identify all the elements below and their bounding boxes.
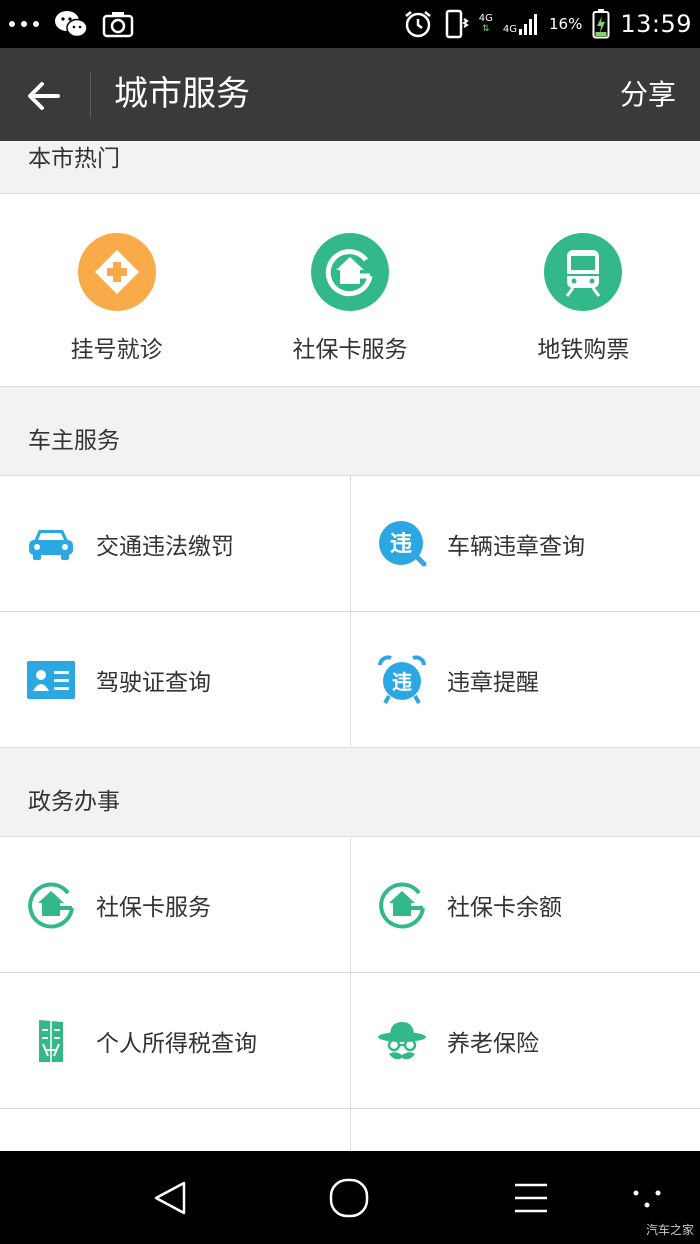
more-dots-icon xyxy=(9,21,39,27)
section-header-gov: 政务办事 xyxy=(0,748,700,836)
hot-item-label: 挂号就诊 xyxy=(70,337,163,363)
home-circle-icon xyxy=(329,1178,369,1218)
cell-label: 养老保险 xyxy=(447,1030,539,1057)
wechat-icon xyxy=(55,11,88,38)
network-type-top: 4G xyxy=(478,13,493,24)
section-header-car: 车主服务 xyxy=(0,387,700,475)
violation-glyph: 违 xyxy=(390,531,412,557)
grid-row: 驾驶证查询 违 违章提醒 xyxy=(0,612,700,748)
camera-icon xyxy=(102,12,134,38)
grid-row xyxy=(0,1109,700,1151)
nav-menu-button[interactable] xyxy=(508,1175,554,1221)
violation-search-icon: 违 xyxy=(379,520,427,566)
dots-icon xyxy=(633,1190,661,1208)
gov-item-empty xyxy=(350,1109,700,1151)
violation-glyph: 违 xyxy=(392,670,412,694)
cell-label: 社保卡余额 xyxy=(447,894,562,921)
grid-row: 交通违法缴罚 违 车辆违章查询 xyxy=(0,476,700,612)
hot-services-grid: 挂号就诊 社保卡服务 地铁购票 xyxy=(0,193,700,387)
gov-item-social-security-card[interactable]: 社保卡服务 xyxy=(0,837,350,972)
signal-indicator: 4G xyxy=(503,13,539,35)
app-bar-divider xyxy=(90,72,91,118)
triangle-back-icon xyxy=(154,1181,186,1215)
share-button[interactable]: 分享 xyxy=(620,48,676,141)
section-header-hot: 本市热门 xyxy=(0,141,700,193)
status-bar: 4G ⇅ 4G 16% 13:59 xyxy=(0,0,700,48)
gov-item-empty xyxy=(0,1109,350,1151)
social-security-home-icon xyxy=(28,882,74,929)
id-card-icon xyxy=(27,660,75,699)
page-title: 城市服务 xyxy=(114,74,250,114)
gov-item-income-tax-query[interactable]: 个人所得税查询 xyxy=(0,973,350,1108)
gov-services-grid: 社保卡服务 社保卡余额 个人所得税查询 养老保险 xyxy=(0,836,700,1151)
network-type-bottom: 4G xyxy=(502,24,517,35)
app-bar: 城市服务 分享 xyxy=(0,48,700,141)
train-icon xyxy=(544,233,623,311)
back-button[interactable] xyxy=(22,74,66,118)
cell-label: 违章提醒 xyxy=(447,669,539,696)
social-security-home-icon xyxy=(310,233,389,311)
violation-alarm-icon: 违 xyxy=(378,654,426,704)
hot-item-metro-ticket[interactable]: 地铁购票 xyxy=(467,194,700,386)
battery-charging-icon xyxy=(592,9,610,39)
nav-back-button[interactable] xyxy=(148,1175,194,1221)
system-navigation-bar: 汽车之家 xyxy=(0,1151,700,1244)
data-arrows-icon: ⇅ xyxy=(482,24,490,34)
car-item-traffic-fine-payment[interactable]: 交通违法缴罚 xyxy=(0,476,350,611)
menu-lines-icon xyxy=(515,1183,547,1213)
hot-item-hospital-registration[interactable]: 挂号就诊 xyxy=(0,194,233,386)
nav-more-button[interactable] xyxy=(624,1175,670,1221)
battery-percent: 16% xyxy=(548,15,583,33)
hot-item-social-security-card[interactable]: 社保卡服务 xyxy=(233,194,466,386)
hot-item-label: 地铁购票 xyxy=(537,337,630,363)
grid-row: 个人所得税查询 养老保险 xyxy=(0,973,700,1109)
cell-label: 驾驶证查询 xyxy=(96,669,211,696)
old-man-hat-icon xyxy=(378,1021,426,1059)
network-indicator: 4G ⇅ xyxy=(478,13,493,35)
hot-item-label: 社保卡服务 xyxy=(292,337,408,363)
car-item-violation-query[interactable]: 违 车辆违章查询 xyxy=(350,476,700,611)
cell-label: 车辆违章查询 xyxy=(447,533,585,560)
car-item-license-query[interactable]: 驾驶证查询 xyxy=(0,612,350,747)
nav-home-button[interactable] xyxy=(326,1175,372,1221)
services-list[interactable]: 本市热门 挂号就诊 社保卡服务 地铁购票 车主服务 交通违法缴罚 违 车辆违章查… xyxy=(0,141,700,1151)
back-arrow-icon xyxy=(28,82,60,110)
social-security-home-icon xyxy=(379,882,425,929)
gov-item-social-security-balance[interactable]: 社保卡余额 xyxy=(350,837,700,972)
clock: 13:59 xyxy=(620,10,692,38)
medical-cross-icon xyxy=(77,233,156,311)
cell-label: 交通违法缴罚 xyxy=(96,533,234,560)
car-icon xyxy=(29,529,73,560)
grid-row: 社保卡服务 社保卡余额 xyxy=(0,837,700,973)
watermark: 汽车之家 xyxy=(645,1223,694,1237)
cell-label: 个人所得税查询 xyxy=(96,1030,257,1057)
vibrate-phone-icon xyxy=(445,9,469,39)
tax-building-icon xyxy=(39,1019,63,1062)
car-services-grid: 交通违法缴罚 违 车辆违章查询 驾驶证查询 违 违章提醒 xyxy=(0,475,700,748)
car-item-violation-reminder[interactable]: 违 违章提醒 xyxy=(350,612,700,747)
cell-label: 社保卡服务 xyxy=(96,894,211,921)
alarm-icon xyxy=(404,11,431,38)
gov-item-pension-insurance[interactable]: 养老保险 xyxy=(350,973,700,1108)
signal-bars-icon xyxy=(518,14,537,35)
